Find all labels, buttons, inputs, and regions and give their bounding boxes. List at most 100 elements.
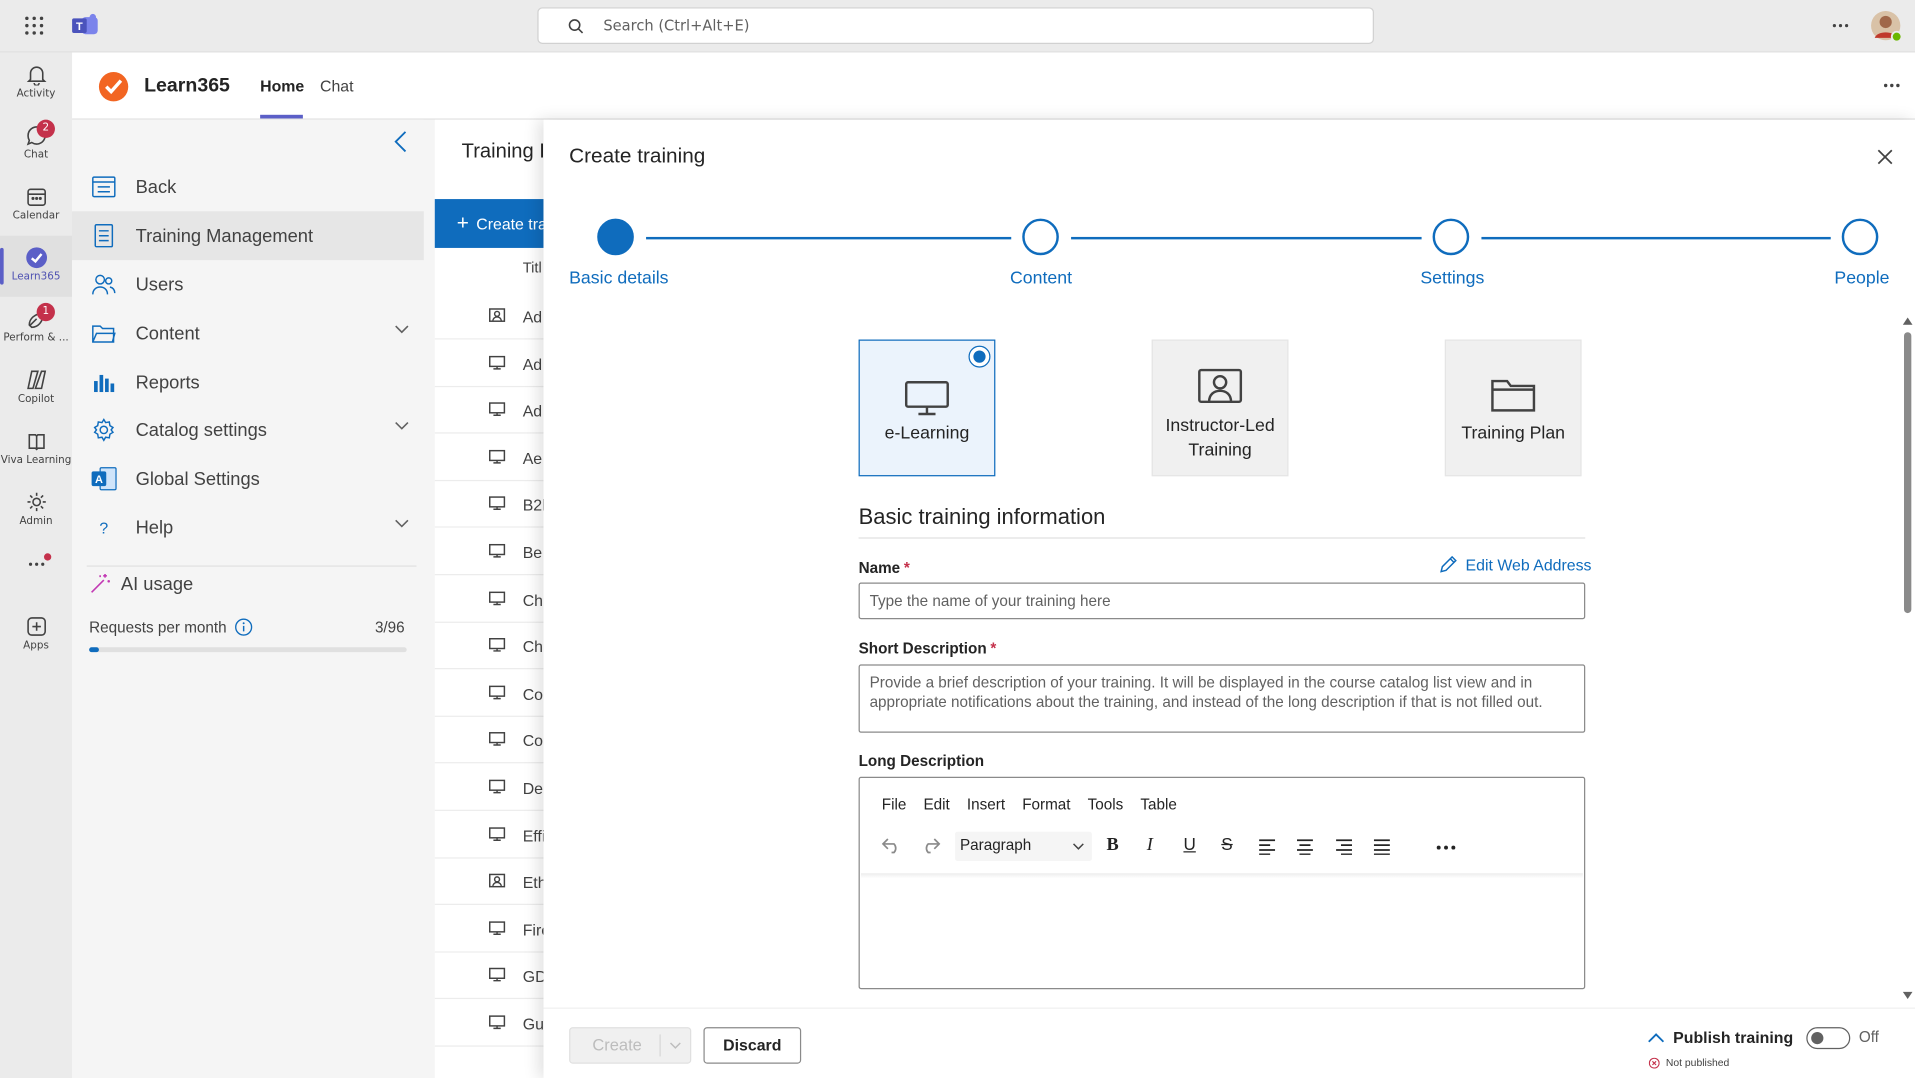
table-row[interactable]: Co xyxy=(434,717,557,764)
avatar[interactable] xyxy=(1871,10,1903,43)
table-row[interactable]: Effi xyxy=(434,812,557,859)
rail-item-viva-learning[interactable]: Viva Learning xyxy=(0,419,72,480)
rail-item-activity[interactable]: Activity xyxy=(0,53,72,114)
nav-item-training-management[interactable]: Training Management xyxy=(72,211,424,261)
step-content-dot[interactable] xyxy=(1022,218,1059,256)
table-row[interactable]: Ad xyxy=(434,387,557,434)
long-description-editor[interactable]: File Edit Insert Format Tools Table Para… xyxy=(858,776,1586,990)
rail-item-admin[interactable]: Admin xyxy=(0,480,72,541)
rail-item-copilot[interactable]: Copilot xyxy=(0,358,72,419)
table-row[interactable]: Ae xyxy=(434,435,557,481)
type-card-e-learning[interactable]: e-Learning xyxy=(858,339,996,477)
align-right-icon[interactable] xyxy=(1335,839,1353,855)
menu-insert[interactable]: Insert xyxy=(967,796,1005,813)
scroll-down-icon[interactable] xyxy=(1902,991,1913,1000)
italic-icon[interactable]: I xyxy=(1147,835,1153,856)
app-launcher-icon[interactable] xyxy=(24,16,44,36)
collapse-nav-icon[interactable] xyxy=(394,131,407,153)
step-people-dot[interactable] xyxy=(1841,218,1879,256)
column-header-title[interactable]: Titl xyxy=(523,259,542,276)
folder-open-icon xyxy=(92,325,116,343)
step-settings[interactable]: Settings xyxy=(1420,269,1484,289)
menu-file[interactable]: File xyxy=(882,796,907,813)
publish-training-toggle-label[interactable]: Publish training xyxy=(1648,1028,1794,1047)
nav-item-catalog-settings[interactable]: Catalog settings xyxy=(72,405,424,454)
rail-more[interactable] xyxy=(0,547,72,584)
step-basic-details[interactable]: Basic details xyxy=(569,269,668,289)
rail-label: Viva Learning xyxy=(0,454,72,467)
nav-item-reports[interactable]: Reports xyxy=(72,358,424,407)
paragraph-select[interactable]: Paragraph xyxy=(955,831,1092,862)
nav-item-global-settings[interactable]: A Global Settings xyxy=(72,454,424,503)
bold-icon[interactable]: B xyxy=(1106,835,1118,856)
step-content[interactable]: Content xyxy=(1010,269,1072,289)
table-row[interactable]: De xyxy=(434,765,557,811)
rail-item-learn365[interactable]: Learn365 xyxy=(0,235,73,297)
ai-usage-label: AI usage xyxy=(120,573,194,595)
rail-item-calendar[interactable]: Calendar xyxy=(0,175,72,236)
align-justify-icon[interactable] xyxy=(1373,839,1391,855)
table-row[interactable]: Ch xyxy=(434,623,557,670)
table-row[interactable]: GD xyxy=(434,953,557,1000)
name-input[interactable]: Type the name of your training here xyxy=(858,582,1586,620)
align-left-icon[interactable] xyxy=(1258,839,1276,855)
chevron-down-icon[interactable] xyxy=(394,421,409,431)
discard-button[interactable]: Discard xyxy=(703,1027,802,1064)
menu-tools[interactable]: Tools xyxy=(1088,796,1124,813)
more-tools-icon[interactable] xyxy=(1436,845,1456,850)
undo-icon[interactable] xyxy=(881,837,902,854)
close-icon[interactable] xyxy=(1877,149,1893,165)
create-split-button[interactable]: Create xyxy=(569,1027,692,1064)
menu-edit[interactable]: Edit xyxy=(923,796,949,813)
nav-item-back[interactable]: Back xyxy=(72,162,424,211)
nav-item-content[interactable]: Content xyxy=(72,309,424,358)
create-training-button[interactable]: + Create tra xyxy=(434,199,557,248)
step-settings-dot[interactable] xyxy=(1432,218,1470,256)
step-people[interactable]: People xyxy=(1834,269,1889,289)
rail-item-apps[interactable]: Apps xyxy=(0,605,72,666)
nav-item-help[interactable]: ? Help xyxy=(72,503,424,552)
short-description-textarea[interactable]: Provide a brief description of your trai… xyxy=(858,664,1586,733)
publish-toggle[interactable] xyxy=(1806,1027,1851,1050)
table-row[interactable]: Be xyxy=(434,529,557,576)
table-row[interactable]: Fire xyxy=(434,906,557,953)
nav-label: Users xyxy=(135,274,184,295)
learn365-logo-icon xyxy=(98,71,130,103)
chevron-down-icon[interactable] xyxy=(669,1042,681,1049)
more-options-icon[interactable] xyxy=(1832,23,1849,28)
monitor-icon xyxy=(489,732,506,747)
table-row[interactable]: Gu xyxy=(434,1000,557,1047)
paragraph-value: Paragraph xyxy=(959,836,1032,854)
tab-home[interactable]: Home xyxy=(260,77,304,95)
strikethrough-icon[interactable]: S xyxy=(1221,834,1232,854)
underline-icon[interactable]: U xyxy=(1183,834,1195,854)
table-row[interactable]: Eth xyxy=(434,859,557,906)
type-card-training-plan[interactable]: Training Plan xyxy=(1444,339,1582,477)
app-more-icon[interactable] xyxy=(1883,83,1900,88)
scroll-up-icon[interactable] xyxy=(1902,317,1913,325)
table-row[interactable]: B2l xyxy=(434,482,557,529)
search-input[interactable]: Search (Ctrl+Alt+E) xyxy=(537,7,1374,44)
scrollbar-thumb[interactable] xyxy=(1904,332,1912,614)
rail-item-perform[interactable]: Perform & ... 1 xyxy=(0,297,72,358)
info-icon[interactable] xyxy=(234,618,252,636)
step-basic-details-dot[interactable] xyxy=(597,218,634,256)
redo-icon[interactable] xyxy=(921,837,941,854)
table-row[interactable]: Ad xyxy=(434,340,557,387)
rail-item-chat[interactable]: Chat 2 xyxy=(0,114,72,175)
nav-item-users[interactable]: Users xyxy=(72,260,424,309)
table-row[interactable]: Co xyxy=(434,670,557,717)
type-card-instructor-led[interactable]: Instructor-Led Training xyxy=(1151,339,1289,477)
publish-label: Publish training xyxy=(1673,1028,1794,1047)
edit-web-address-link[interactable]: Edit Web Address xyxy=(1439,554,1591,574)
table-row[interactable]: Ch xyxy=(434,576,557,623)
menu-table[interactable]: Table xyxy=(1140,796,1177,813)
dialog-scrollbar[interactable] xyxy=(1902,317,1913,1002)
table-row[interactable]: Ad xyxy=(434,293,557,340)
chevron-down-icon[interactable] xyxy=(394,325,409,335)
align-center-icon[interactable] xyxy=(1296,839,1314,855)
menu-format[interactable]: Format xyxy=(1022,796,1070,813)
tab-chat[interactable]: Chat xyxy=(320,77,354,95)
create-button-label: Create xyxy=(592,1035,642,1054)
chevron-down-icon[interactable] xyxy=(394,519,409,529)
